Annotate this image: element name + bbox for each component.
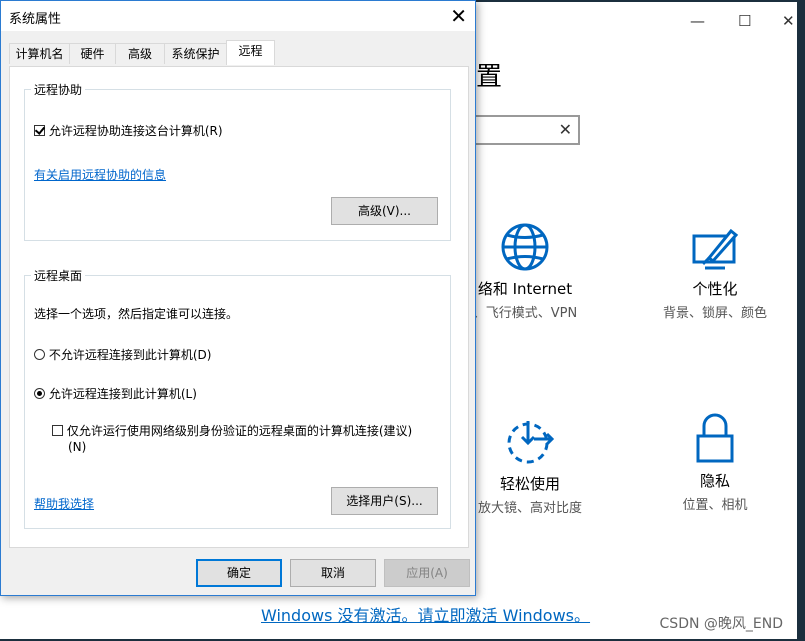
remote-assistance-info-link[interactable]: 有关启用远程协助的信息 xyxy=(34,166,166,183)
advanced-button[interactable]: 高级(V)... xyxy=(331,197,438,225)
help-me-choose-link[interactable]: 帮助我选择 xyxy=(34,495,94,512)
system-properties-dialog: 系统属性 ✕ 计算机名 硬件 高级 系统保护 远程 远程协助 允许远程协助连接这… xyxy=(0,0,476,596)
deny-remote-option[interactable]: 不允许远程连接到此计算机(D) xyxy=(34,346,211,363)
lock-icon xyxy=(696,413,734,463)
tile-personalization-desc: 背景、锁屏、颜色 xyxy=(662,306,767,321)
nla-only-label-line2: (N) xyxy=(68,440,87,454)
allow-remote-option[interactable]: 允许远程连接到此计算机(L) xyxy=(34,385,197,402)
nla-only-label-line1: 仅允许运行使用网络级别身份验证的远程桌面的计算机连接(建议) xyxy=(66,424,413,438)
search-clear-icon[interactable]: ✕ xyxy=(559,120,572,139)
nla-only-checkbox[interactable] xyxy=(52,425,63,436)
tab-remote[interactable]: 远程 xyxy=(226,40,275,65)
close-icon[interactable]: ✕ xyxy=(450,4,467,28)
remote-desktop-instruction: 选择一个选项，然后指定谁可以连接。 xyxy=(34,307,239,321)
select-users-button[interactable]: 选择用户(S)... xyxy=(331,487,438,515)
minimize-button[interactable]: — xyxy=(690,12,705,30)
remote-desktop-group: 远程桌面 选择一个选项，然后指定谁可以连接。 不允许远程连接到此计算机(D) 允… xyxy=(24,267,451,529)
close-button[interactable]: ✕ xyxy=(782,12,795,30)
tile-privacy-desc: 位置、相机 xyxy=(682,498,748,513)
allow-remote-assistance-row[interactable]: 允许远程协助连接这台计算机(R) xyxy=(34,122,223,139)
csdn-watermark: CSDN @晚风_END xyxy=(659,616,783,632)
tab-hardware[interactable]: 硬件 xyxy=(69,43,116,64)
remote-assistance-group: 远程协助 允许远程协助连接这台计算机(R) 有关启用远程协助的信息 高级(V).… xyxy=(24,81,451,241)
deny-remote-label: 不允许远程连接到此计算机(D) xyxy=(48,348,212,362)
remote-desktop-legend: 远程桌面 xyxy=(31,267,86,284)
apply-button[interactable]: 应用(A) xyxy=(384,559,470,587)
settings-title: 置 xyxy=(476,62,503,92)
tile-privacy[interactable]: 隐私 位置、相机 xyxy=(665,412,765,513)
maximize-button[interactable]: ☐ xyxy=(738,12,751,30)
ok-button[interactable]: 确定 xyxy=(196,559,282,587)
allow-remote-radio[interactable] xyxy=(34,388,45,399)
allow-remote-assistance-label: 允许远程协助连接这台计算机(R) xyxy=(48,124,223,138)
tile-ease-of-access-name: 轻松使用 xyxy=(499,475,560,493)
dialog-title: 系统属性 xyxy=(9,12,62,27)
cancel-button[interactable]: 取消 xyxy=(290,559,376,587)
dialog-titlebar[interactable]: 系统属性 ✕ xyxy=(1,1,475,31)
allow-remote-label: 允许远程连接到此计算机(L) xyxy=(48,387,197,401)
personalization-icon xyxy=(692,228,739,270)
nla-only-option[interactable]: 仅允许运行使用网络级别身份验证的远程桌面的计算机连接(建议) (N) xyxy=(52,423,412,455)
ease-of-access-icon xyxy=(507,421,555,464)
remote-assistance-legend: 远程协助 xyxy=(31,81,86,98)
globe-icon xyxy=(501,223,549,271)
deny-remote-radio[interactable] xyxy=(34,349,45,360)
tile-ease-of-access[interactable]: 轻松使用 放大镜、高对比度 xyxy=(470,417,590,516)
tile-network-name: 络和 Internet xyxy=(477,280,573,298)
tile-network[interactable]: 络和 Internet 、飞行模式、VPN xyxy=(470,222,580,321)
tab-computer-name[interactable]: 计算机名 xyxy=(9,43,70,64)
activate-windows-link[interactable]: Windows 没有激活。请立即激活 Windows。 xyxy=(261,602,590,626)
tab-system-protection[interactable]: 系统保护 xyxy=(164,43,227,64)
tile-network-desc: 、飞行模式、VPN xyxy=(472,306,578,321)
allow-remote-assistance-checkbox[interactable] xyxy=(34,125,45,136)
tab-advanced[interactable]: 高级 xyxy=(115,43,165,64)
tile-privacy-name: 隐私 xyxy=(699,472,730,490)
tab-page-remote: 远程协助 允许远程协助连接这台计算机(R) 有关启用远程协助的信息 高级(V).… xyxy=(9,66,469,548)
tile-personalization-name: 个性化 xyxy=(692,280,738,298)
tile-personalization[interactable]: 个性化 背景、锁屏、颜色 xyxy=(655,228,775,321)
tile-ease-of-access-desc: 放大镜、高对比度 xyxy=(477,501,582,516)
